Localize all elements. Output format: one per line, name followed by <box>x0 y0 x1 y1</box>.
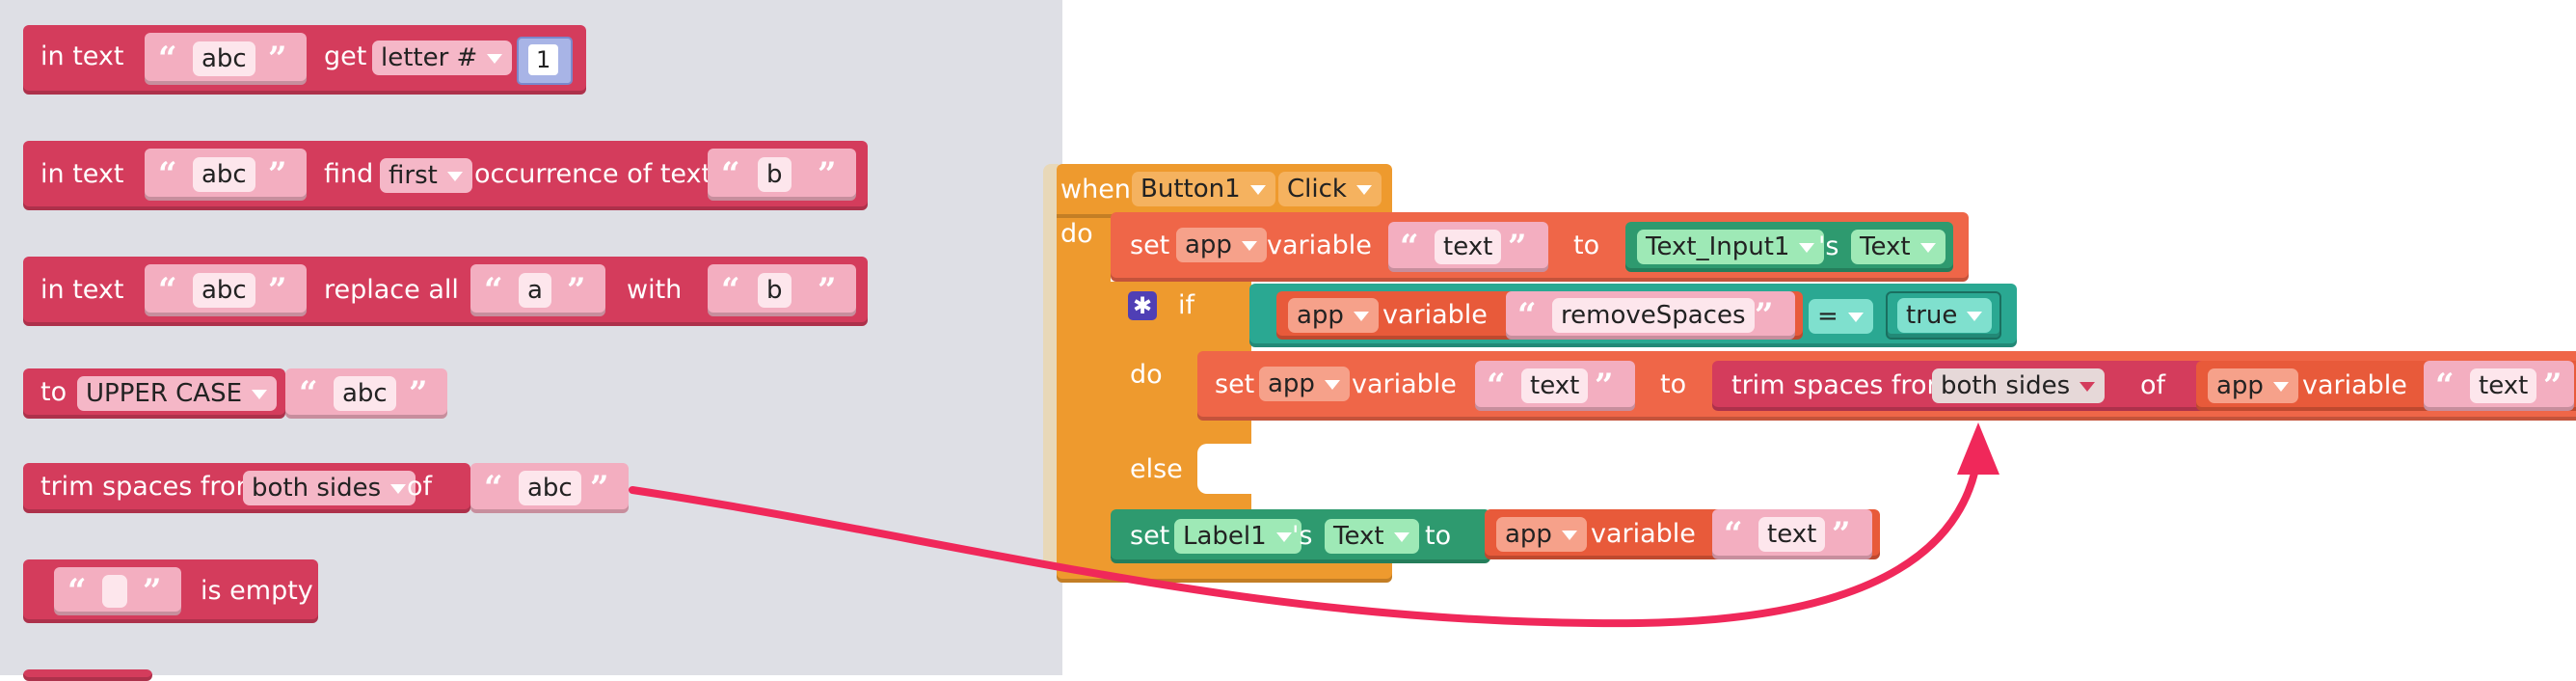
drag-arrow-annotation <box>629 422 1999 628</box>
